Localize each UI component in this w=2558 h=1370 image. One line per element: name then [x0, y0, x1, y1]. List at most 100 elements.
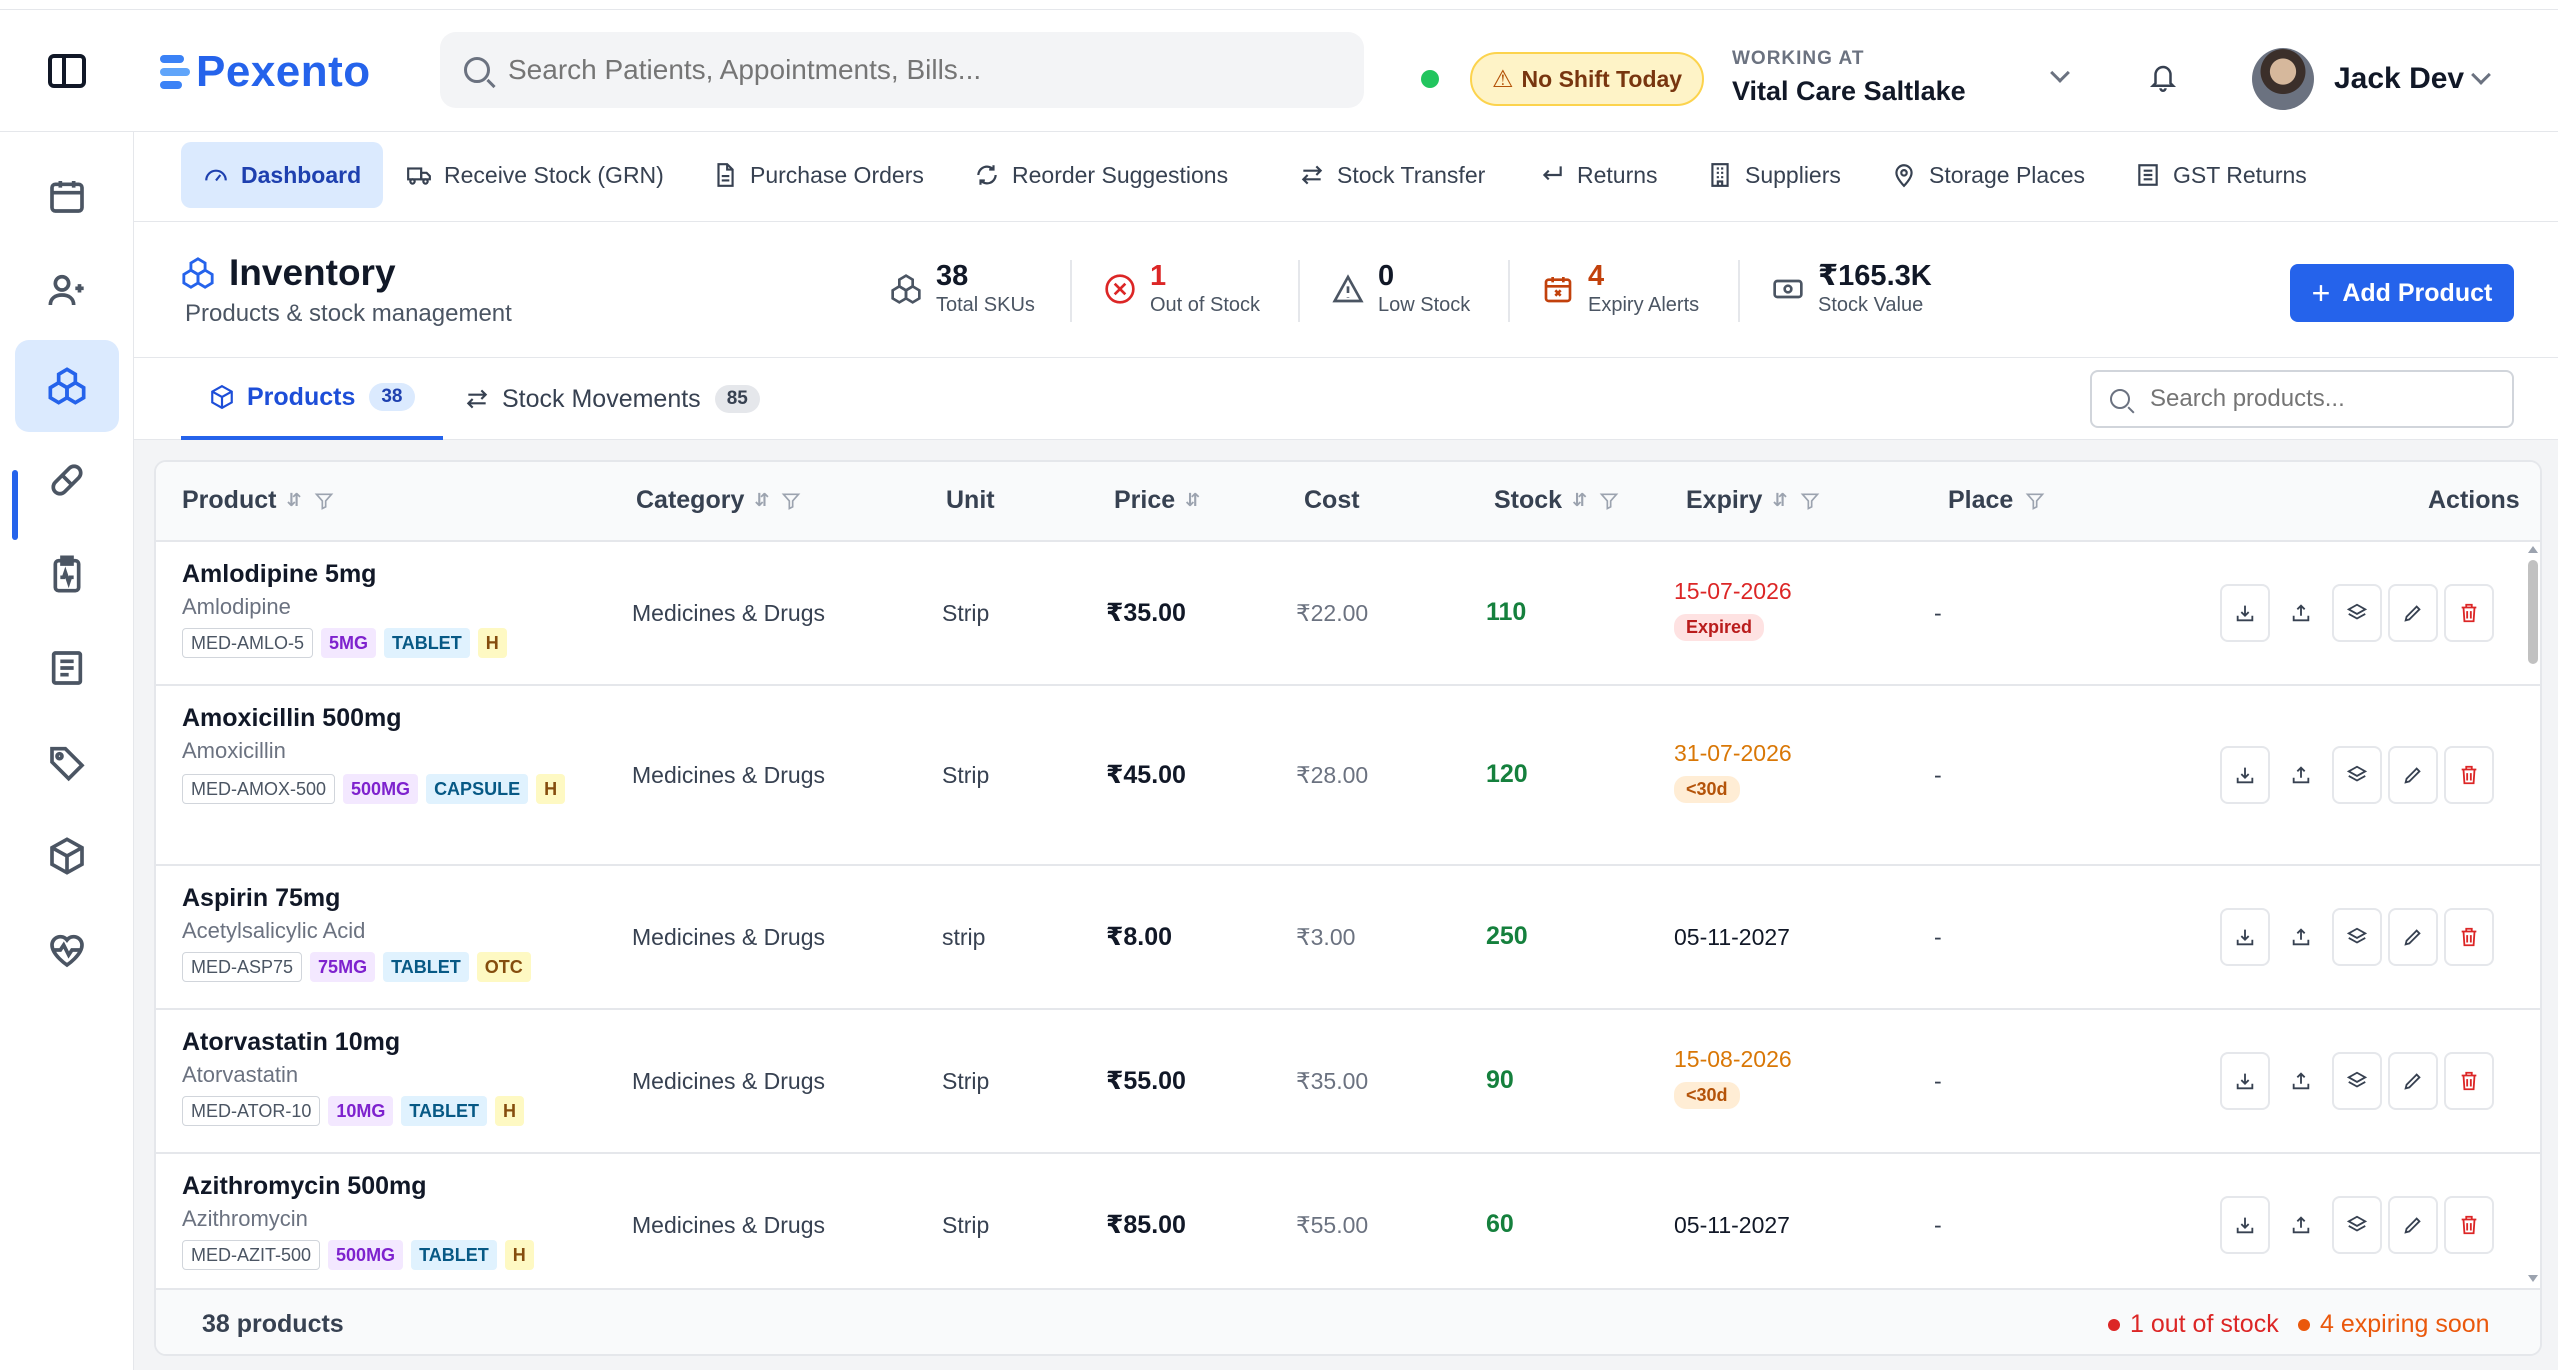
gauge-icon — [205, 169, 227, 182]
product-count: 38 products — [202, 1310, 344, 1338]
row-actions — [2220, 908, 2500, 966]
table-row[interactable]: Amoxicillin 500mg Amoxicillin MED-AMOX-5… — [156, 686, 2540, 866]
product-name[interactable]: Amlodipine 5mg — [182, 560, 376, 589]
nav-dashboard[interactable]: Dashboard — [181, 142, 384, 208]
user-avatar[interactable] — [2252, 48, 2314, 110]
tab-stock-movements[interactable]: Stock Movements 85 — [464, 358, 760, 440]
sort-icon[interactable]: ⇵ — [754, 490, 769, 511]
col-price[interactable]: Price ⇵ — [1114, 486, 1200, 515]
col-place[interactable]: Place — [1948, 486, 2045, 515]
col-label: Cost — [1304, 486, 1360, 514]
delete-button[interactable] — [2444, 746, 2494, 804]
product-search-input[interactable] — [2150, 385, 2490, 413]
box-icon[interactable] — [15, 810, 119, 902]
product-name[interactable]: Atorvastatin 10mg — [182, 1028, 400, 1057]
global-search-box[interactable] — [440, 32, 1364, 108]
table-row[interactable]: Amlodipine 5mg Amlodipine MED-AMLO-5 5MG… — [156, 542, 2540, 686]
table-row[interactable]: Atorvastatin 10mg Atorvastatin MED-ATOR-… — [156, 1010, 2540, 1154]
scroll-down-arrow-icon[interactable] — [2528, 1275, 2538, 1282]
edit-button[interactable] — [2388, 1196, 2438, 1254]
nav-gst-returns[interactable]: GST Returns — [2113, 142, 2329, 208]
table-row[interactable]: Aspirin 75mg Acetylsalicylic Acid MED-AS… — [156, 866, 2540, 1010]
inventory-icon[interactable] — [15, 340, 119, 432]
add-product-button[interactable]: + Add Product — [2290, 264, 2514, 322]
stock-in-button[interactable] — [2220, 1052, 2270, 1110]
batches-button[interactable] — [2332, 1052, 2382, 1110]
nav-receive-stock[interactable]: Receive Stock (GRN) — [384, 142, 686, 208]
nav-purchase-orders[interactable]: Purchase Orders — [690, 142, 946, 208]
stock-out-button[interactable] — [2276, 1196, 2326, 1254]
sort-icon[interactable]: ⇵ — [286, 490, 301, 511]
col-product[interactable]: Product ⇵ — [182, 486, 334, 515]
row-actions — [2220, 746, 2500, 804]
scrollbar-thumb[interactable] — [2528, 560, 2538, 664]
col-stock[interactable]: Stock ⇵ — [1494, 486, 1619, 515]
brand-logo[interactable]: Pexento — [160, 44, 371, 100]
filter-icon[interactable] — [2025, 491, 2045, 511]
batches-button[interactable] — [2332, 1196, 2382, 1254]
delete-button[interactable] — [2444, 1052, 2494, 1110]
user-menu-chevron-icon[interactable] — [2471, 65, 2491, 85]
edit-button[interactable] — [2388, 1052, 2438, 1110]
filter-icon[interactable] — [1800, 491, 1820, 511]
filter-icon[interactable] — [314, 491, 334, 511]
global-search-input[interactable] — [508, 54, 1308, 86]
stock-out-button[interactable] — [2276, 1052, 2326, 1110]
batches-button[interactable] — [2332, 908, 2382, 966]
product-search-box[interactable] — [2090, 370, 2514, 428]
filter-icon[interactable] — [781, 491, 801, 511]
scroll-up-arrow-icon[interactable] — [2528, 546, 2538, 553]
notifications-bell-icon[interactable] — [2148, 60, 2178, 92]
sort-icon[interactable]: ⇵ — [1185, 490, 1200, 511]
tab-count-badge: 85 — [714, 385, 760, 413]
edit-button[interactable] — [2388, 746, 2438, 804]
stock-out-button[interactable] — [2276, 908, 2326, 966]
pill-icon[interactable] — [15, 434, 119, 526]
tab-products[interactable]: Products 38 — [181, 358, 443, 440]
table-scrollbar[interactable] — [2526, 546, 2540, 1282]
delete-button[interactable] — [2444, 584, 2494, 642]
stock-in-button[interactable] — [2220, 1196, 2270, 1254]
location-selector[interactable]: WORKING AT Vital Care Saltlake — [1732, 48, 1966, 107]
shift-status-badge[interactable]: ⚠ No Shift Today — [1470, 52, 1705, 106]
edit-button[interactable] — [2388, 584, 2438, 642]
nav-returns[interactable]: Returns — [1517, 142, 1680, 208]
product-name[interactable]: Azithromycin 500mg — [182, 1172, 427, 1201]
expiring-summary: 4 expiring soon — [2298, 1310, 2490, 1339]
product-name[interactable]: Aspirin 75mg — [182, 884, 340, 913]
stock-in-button[interactable] — [2220, 746, 2270, 804]
stock-in-button[interactable] — [2220, 908, 2270, 966]
sort-icon[interactable]: ⇵ — [1572, 490, 1587, 511]
batches-button[interactable] — [2332, 584, 2382, 642]
stock-out-button[interactable] — [2276, 584, 2326, 642]
sort-icon[interactable]: ⇵ — [1772, 490, 1787, 511]
delete-button[interactable] — [2444, 1196, 2494, 1254]
table-row[interactable]: Azithromycin 500mg Azithromycin MED-AZIT… — [156, 1154, 2540, 1288]
batches-button[interactable] — [2332, 746, 2382, 804]
col-expiry[interactable]: Expiry ⇵ — [1686, 486, 1820, 515]
product-generic: Azithromycin — [182, 1206, 308, 1231]
return-icon — [1542, 166, 1562, 181]
edit-button[interactable] — [2388, 908, 2438, 966]
nav-suppliers[interactable]: Suppliers — [1685, 142, 1863, 208]
clipboard-icon[interactable] — [15, 528, 119, 620]
chevron-down-icon[interactable] — [2050, 63, 2070, 83]
nav-stock-transfer[interactable]: Stock Transfer — [1277, 142, 1507, 208]
patients-icon[interactable] — [15, 244, 119, 336]
product-name[interactable]: Amoxicillin 500mg — [182, 704, 402, 733]
heart-pulse-icon[interactable] — [15, 904, 119, 996]
billing-icon[interactable] — [15, 622, 119, 714]
delete-button[interactable] — [2444, 908, 2494, 966]
warning-icon: ⚠ — [1492, 65, 1514, 93]
sidebar-toggle-icon[interactable] — [48, 54, 86, 88]
stock-out-button[interactable] — [2276, 746, 2326, 804]
stock-in-button[interactable] — [2220, 584, 2270, 642]
stat-divider — [1298, 260, 1300, 322]
user-name[interactable]: Jack Dev — [2334, 62, 2464, 96]
tag-icon[interactable] — [15, 716, 119, 808]
filter-icon[interactable] — [1599, 491, 1619, 511]
nav-storage-places[interactable]: Storage Places — [1869, 142, 2107, 208]
calendar-icon[interactable] — [15, 150, 119, 242]
col-category[interactable]: Category ⇵ — [636, 486, 801, 515]
nav-reorder-suggestions[interactable]: Reorder Suggestions — [952, 142, 1250, 208]
